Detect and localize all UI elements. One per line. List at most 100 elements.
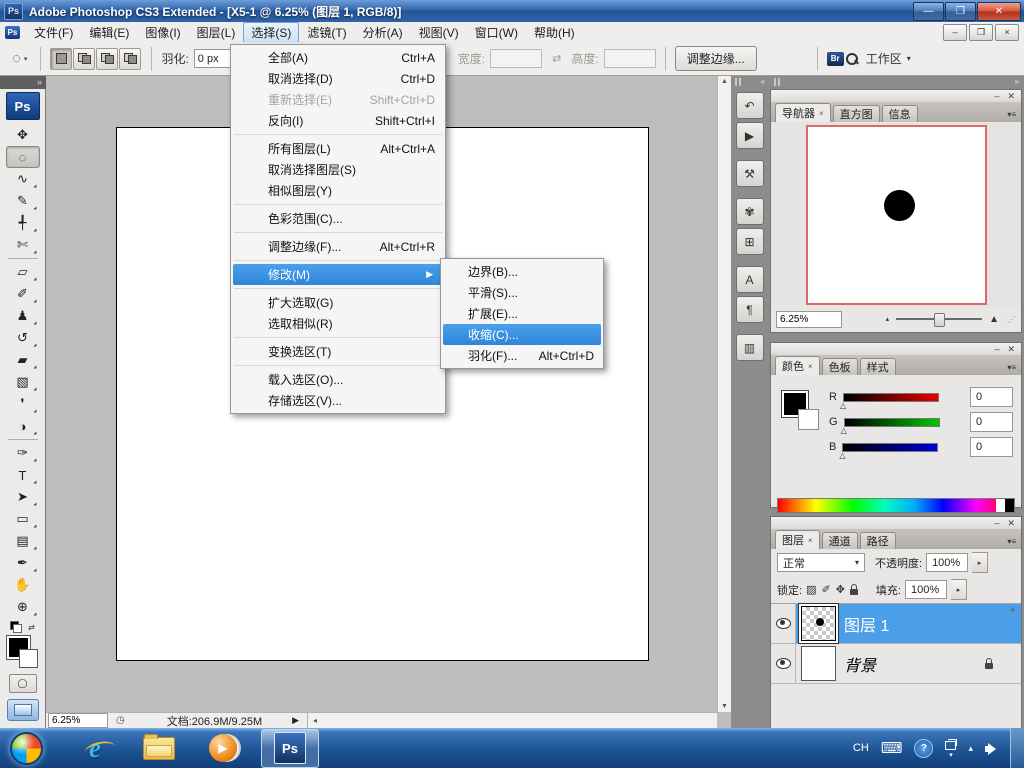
history-panel-button[interactable]: ↶ — [736, 92, 764, 119]
green-slider[interactable]: △ — [844, 418, 940, 427]
menu-window[interactable]: 窗口(W) — [467, 22, 526, 43]
notes-tool[interactable]: ▤ — [6, 530, 40, 552]
menu-edit[interactable]: 编辑(E) — [81, 22, 137, 43]
tab-navigator[interactable]: 导航器 × — [775, 103, 831, 122]
scroll-up-icon[interactable]: ▲ — [721, 78, 728, 85]
red-slider[interactable]: △ — [843, 393, 939, 402]
toolbox-collapse-button[interactable]: » — [0, 76, 46, 89]
menu-item-deselect[interactable]: 取消选择(D)Ctrl+D — [231, 68, 445, 89]
slice-tool[interactable]: ✄ — [6, 234, 40, 256]
close-button[interactable]: ✕ — [977, 2, 1021, 21]
color-spectrum-ramp[interactable] — [777, 498, 1015, 513]
vertical-scrollbar[interactable]: ▲ ▼ — [717, 76, 731, 712]
zoom-out-icon[interactable]: ▴ — [886, 315, 890, 323]
visibility-cell[interactable] — [771, 644, 796, 683]
panel-close-icon[interactable]: ✕ — [1007, 344, 1015, 355]
spot-healing-brush-tool[interactable]: ▱ — [6, 261, 40, 283]
taskbar-wmp-button[interactable]: ▶ — [203, 730, 243, 766]
layer-main[interactable]: 图层 1 — [796, 604, 1021, 643]
tab-channels[interactable]: 通道 — [822, 532, 858, 549]
doc-close-button[interactable]: × — [995, 24, 1019, 41]
subtract-selection-button[interactable] — [96, 48, 118, 70]
menu-filter[interactable]: 滤镜(T) — [299, 22, 354, 43]
slider-thumb-icon[interactable]: △ — [841, 426, 847, 435]
path-selection-tool[interactable]: ➤ — [6, 486, 40, 508]
menu-item-all-layers[interactable]: 所有图层(L)Alt+Ctrl+A — [231, 138, 445, 159]
tool-presets-panel-button[interactable]: ⚒ — [736, 160, 764, 187]
zoom-in-icon[interactable]: ▲ — [989, 314, 999, 325]
submenu-item-border[interactable]: 边界(B)... — [441, 261, 603, 282]
clone-stamp-tool[interactable]: ♟ — [6, 305, 40, 327]
brushes-panel-button[interactable]: ✾ — [736, 198, 764, 225]
doc-restore-button[interactable]: ❒ — [969, 24, 993, 41]
blue-slider[interactable]: △ — [842, 443, 938, 452]
lock-position-icon[interactable]: ✥ — [836, 583, 845, 596]
blend-mode-select[interactable]: 正常 ▾ — [777, 553, 865, 572]
blur-tool[interactable]: ❜ — [6, 393, 40, 415]
menu-file[interactable]: 文件(F) — [26, 22, 81, 43]
swap-colors-icon[interactable]: ⇄ — [28, 623, 35, 632]
lock-all-icon[interactable] — [850, 589, 858, 595]
show-hidden-icons-button[interactable]: ▴ — [968, 743, 973, 754]
dodge-tool[interactable]: ◑ — [6, 415, 40, 437]
tray-window-flyout[interactable]: ▾ — [945, 738, 956, 759]
quick-mask-button[interactable]: ◯ — [9, 674, 37, 693]
help-icon[interactable]: ? — [914, 739, 933, 758]
history-brush-tool[interactable]: ↺ — [6, 327, 40, 349]
layer-comps-panel-button[interactable]: ▥ — [736, 334, 764, 361]
menu-image[interactable]: 图像(I) — [137, 22, 188, 43]
layer-main[interactable]: 背景 — [796, 644, 1021, 683]
intersect-selection-button[interactable] — [119, 48, 141, 70]
submenu-item-contract[interactable]: 收缩(C)... — [443, 324, 601, 345]
eyedropper-tool[interactable]: ✒ — [6, 552, 40, 574]
go-to-bridge-button[interactable]: Br — [827, 52, 858, 66]
character-panel-button[interactable]: A — [736, 266, 764, 293]
slider-thumb[interactable] — [934, 313, 945, 327]
menu-item-load-selection[interactable]: 载入选区(O)... — [231, 369, 445, 390]
tab-info[interactable]: 信息 — [882, 105, 918, 122]
blue-value[interactable]: 0 — [970, 437, 1013, 457]
tab-close-icon[interactable]: × — [808, 362, 813, 371]
refine-edge-button[interactable]: 调整边缘... — [675, 46, 757, 71]
fill-spinner-icon[interactable]: ▸ — [951, 579, 967, 600]
language-indicator[interactable]: CH — [853, 742, 869, 754]
show-desktop-button[interactable] — [1010, 728, 1024, 768]
shape-tool[interactable]: ▭ — [6, 508, 40, 530]
menu-item-all[interactable]: 全部(A)Ctrl+A — [231, 47, 445, 68]
paragraph-panel-button[interactable]: ¶ — [736, 296, 764, 323]
menu-item-similar-layers[interactable]: 相似图层(Y) — [231, 180, 445, 201]
navigator-zoom-slider[interactable] — [896, 318, 982, 320]
tab-layers[interactable]: 图层 × — [775, 530, 820, 549]
panel-menu-icon[interactable]: ▾≡ — [1007, 363, 1016, 372]
layer-row-background[interactable]: 背景 — [771, 644, 1021, 684]
tab-styles[interactable]: 样式 — [860, 358, 896, 375]
new-selection-button[interactable] — [50, 48, 72, 70]
taskbar-photoshop-button[interactable]: Ps — [261, 729, 319, 768]
elliptical-marquee-tool[interactable]: ◌ — [6, 146, 40, 168]
type-tool[interactable]: T — [6, 464, 40, 486]
zoom-tool[interactable]: ⊕ — [6, 596, 40, 618]
add-selection-button[interactable] — [73, 48, 95, 70]
eraser-tool[interactable]: ▰ — [6, 349, 40, 371]
tab-color[interactable]: 颜色 × — [775, 356, 820, 375]
menu-item-modify[interactable]: 修改(M)▶ — [233, 264, 443, 285]
lock-paint-icon[interactable]: ✐ — [821, 583, 830, 596]
move-tool[interactable]: ✥ — [6, 124, 40, 146]
slider-thumb-icon[interactable]: △ — [840, 401, 846, 410]
black-chip[interactable] — [1005, 499, 1014, 512]
horizontal-scrollbar[interactable]: ◂ — [307, 713, 717, 728]
menu-select[interactable]: 选择(S) — [243, 22, 299, 43]
layer-row-layer1[interactable]: 图层 1 — [771, 604, 1021, 644]
hand-tool[interactable]: ✋ — [6, 574, 40, 596]
quick-selection-tool[interactable]: ✎ — [6, 190, 40, 212]
minimize-button[interactable]: — — [913, 2, 944, 21]
doc-minimize-button[interactable]: – — [943, 24, 967, 41]
menu-analysis[interactable]: 分析(A) — [355, 22, 411, 43]
workspace-switcher[interactable]: 工作区 ▾ — [866, 50, 911, 67]
green-value[interactable]: 0 — [970, 412, 1013, 432]
tab-swatches[interactable]: 色板 — [822, 358, 858, 375]
crop-tool[interactable]: ╃ — [6, 212, 40, 234]
slider-thumb-icon[interactable]: △ — [839, 451, 845, 460]
submenu-item-smooth[interactable]: 平滑(S)... — [441, 282, 603, 303]
background-color-swatch[interactable] — [19, 649, 38, 668]
